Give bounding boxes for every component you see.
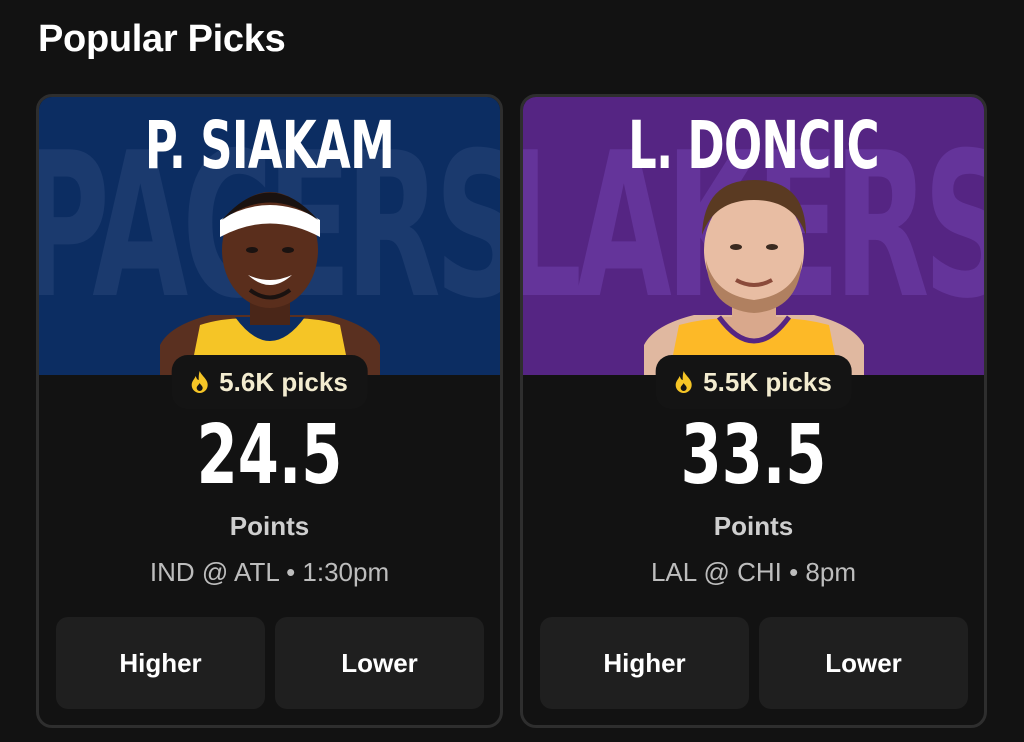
stat-type: Points — [713, 511, 794, 541]
lower-button[interactable]: Lower — [759, 617, 968, 709]
player-hero: PACERS P. SIAKAM — [39, 97, 500, 375]
lower-button[interactable]: Lower — [275, 617, 484, 709]
projection-line: 24.5 — [196, 408, 343, 503]
player-photo — [159, 192, 380, 375]
player-name: P. SIAKAM — [144, 107, 395, 184]
stat-type: Points — [229, 511, 310, 541]
flame-icon — [191, 371, 208, 393]
game-info: IND @ ATL • 1:30pm — [149, 557, 390, 587]
higher-button[interactable]: Higher — [56, 617, 265, 709]
picks-count-badge: 5.6K picks — [171, 355, 368, 409]
player-name: L. DONCIC — [628, 107, 879, 184]
player-photo — [643, 180, 864, 375]
flame-icon — [675, 371, 692, 393]
higher-button[interactable]: Higher — [540, 617, 749, 709]
pick-card-siakam[interactable]: PACERS P. SIAKAM 5.6K pick — [36, 94, 503, 728]
player-hero: LAKERS L. DONCIC — [523, 97, 984, 375]
pick-card-doncic[interactable]: LAKERS L. DONCIC 5.5K pick — [520, 94, 987, 728]
picks-count-badge: 5.5K picks — [655, 355, 852, 409]
section-title: Popular Picks — [38, 18, 286, 60]
projection-line: 33.5 — [680, 408, 827, 503]
game-info: LAL @ CHI • 8pm — [650, 557, 857, 587]
picks-count: 5.6K picks — [219, 366, 348, 397]
picks-count: 5.5K picks — [703, 366, 832, 397]
